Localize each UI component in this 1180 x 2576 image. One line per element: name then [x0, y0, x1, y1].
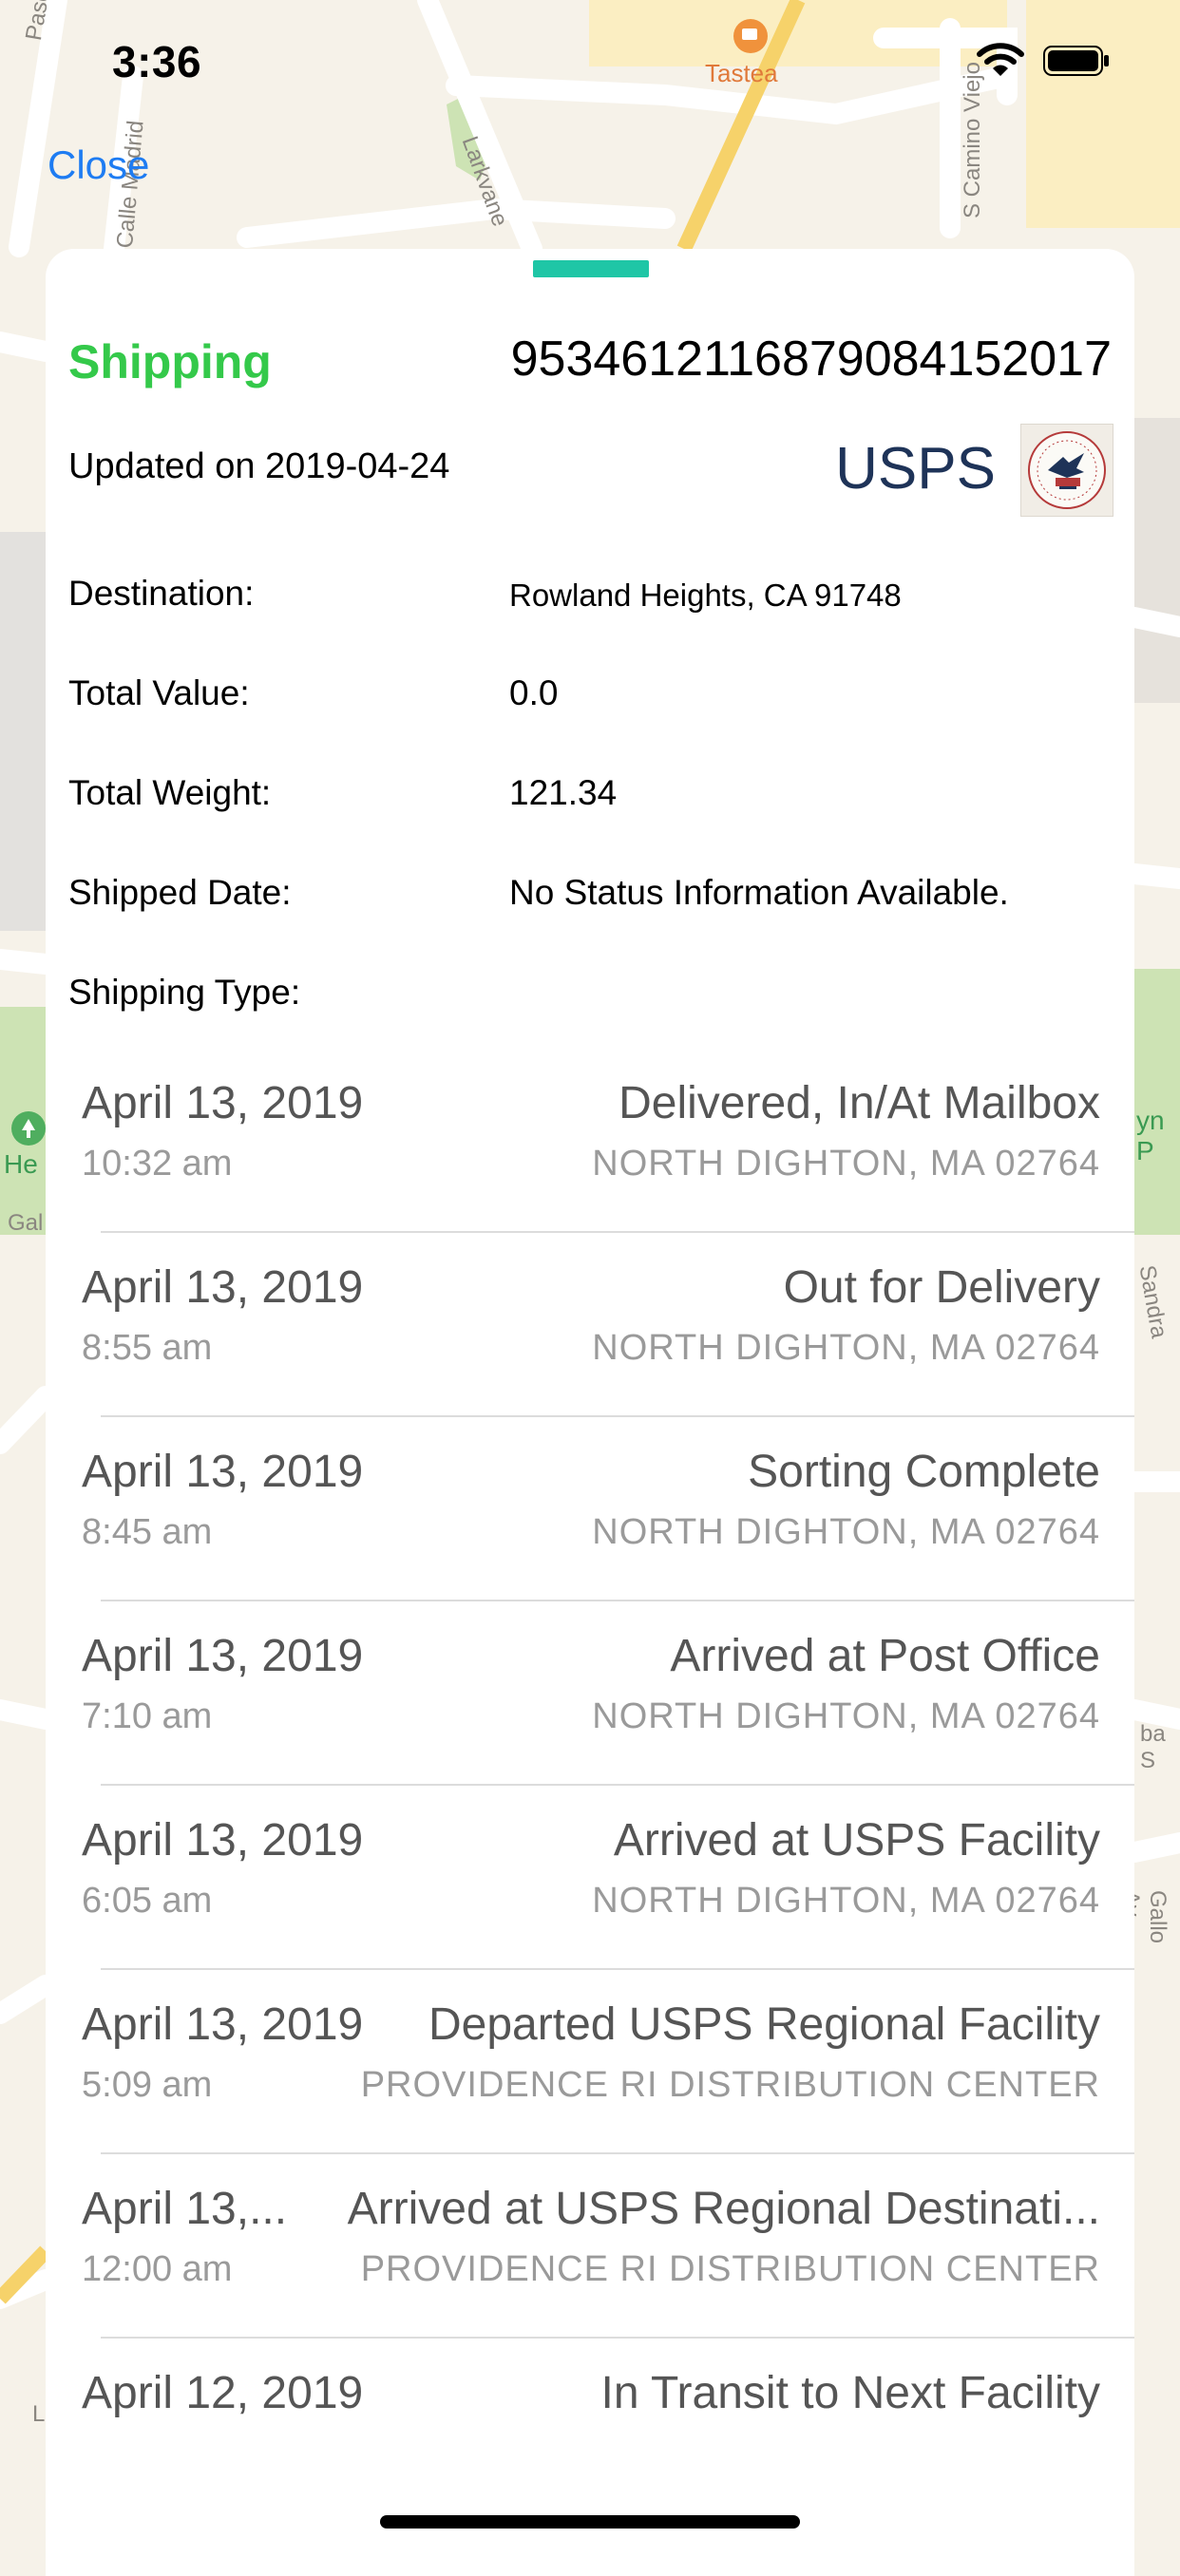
event-date: April 13, 2019 [82, 1815, 364, 1866]
event-time: 12:00 am [82, 2249, 233, 2289]
detail-value: Rowland Heights, CA 91748 [509, 578, 902, 613]
event-status: Arrived at USPS Facility [613, 1815, 1100, 1866]
tracking-event-row[interactable]: April 13, 2019 5:09 am Departed USPS Reg… [46, 1970, 1134, 2154]
event-time: 6:05 am [82, 1881, 213, 1921]
event-location: NORTH DIGHTON, MA 02764 [592, 1512, 1100, 1552]
event-location: NORTH DIGHTON, MA 02764 [592, 1696, 1100, 1736]
tracking-event-row[interactable]: April 12, 2019 In Transit to Next Facili… [46, 2339, 1134, 2523]
tracking-event-row[interactable]: April 13, 2019 6:05 am Arrived at USPS F… [46, 1786, 1134, 1970]
event-date: April 13, 2019 [82, 1262, 364, 1313]
map-label-yn-p: yn P [1136, 1106, 1165, 1165]
detail-value: No Status Information Available. [509, 873, 1009, 912]
event-status: Out for Delivery [783, 1262, 1100, 1313]
event-time: 7:10 am [82, 1696, 213, 1736]
detail-value: 121.34 [509, 773, 618, 812]
detail-row-total-value: Total Value: 0.0 [68, 673, 1113, 721]
map-label-s-camino-viejo: S Camino Viejo [960, 62, 985, 218]
detail-row-destination: Destination: Rowland Heights, CA 91748 [68, 574, 1113, 621]
detail-label: Total Value: [68, 673, 250, 712]
map-label-gal: Gal [8, 1210, 44, 1236]
event-time: 8:55 am [82, 1328, 213, 1368]
tracking-event-row[interactable]: April 13, 2019 10:32 am Delivered, In/At… [46, 1049, 1134, 1233]
home-indicator[interactable] [380, 2515, 800, 2529]
detail-label: Shipped Date: [68, 873, 292, 912]
event-date: April 13, 2019 [82, 1447, 364, 1497]
close-button[interactable]: Close [48, 142, 149, 188]
detail-label: Destination: [68, 574, 255, 613]
event-status: Sorting Complete [748, 1447, 1100, 1497]
carrier-name: USPS [835, 436, 996, 502]
event-status: Departed USPS Regional Facility [428, 1999, 1100, 2050]
event-date: April 13, 2019 [82, 1631, 364, 1681]
event-status: Arrived at Post Office [670, 1631, 1100, 1681]
event-time: 10:32 am [82, 1144, 233, 1184]
status-bar-time: 3:36 [112, 37, 202, 86]
detail-label: Total Weight: [68, 773, 272, 812]
event-location: PROVIDENCE RI DISTRIBUTION CENTER [360, 2065, 1100, 2105]
tracking-event-row[interactable]: April 13,... 12:00 am Arrived at USPS Re… [46, 2154, 1134, 2339]
event-status: Delivered, In/At Mailbox [619, 1078, 1100, 1128]
event-location: NORTH DIGHTON, MA 02764 [592, 1881, 1100, 1921]
shipment-status: Shipping [68, 335, 272, 388]
map-label-l: L [32, 2401, 46, 2427]
map-label-tastea: Tastea [705, 59, 778, 87]
event-time: 8:45 am [82, 1512, 213, 1552]
park-pin-icon [11, 1111, 46, 1146]
usps-eagle-seal-icon [1020, 424, 1113, 517]
map-label-he: He [4, 1149, 38, 1179]
wifi-icon [977, 43, 1024, 76]
event-time: 5:09 am [82, 2065, 213, 2105]
battery-icon [1043, 46, 1109, 76]
map-label-ba-s: ba S [1140, 1721, 1166, 1773]
detail-label: Shipping Type: [68, 973, 301, 1012]
shipment-detail-sheet: Shipping 9534612116879084152017 Updated … [46, 249, 1134, 2576]
tracking-event-row[interactable]: April 13, 2019 7:10 am Arrived at Post O… [46, 1601, 1134, 1786]
event-date: April 13, 2019 [82, 1078, 364, 1128]
detail-value: 0.0 [509, 673, 559, 712]
event-date: April 13, 2019 [82, 1999, 364, 2050]
detail-row-shipping-type: Shipping Type: [68, 973, 1113, 1020]
event-date: April 12, 2019 [82, 2368, 364, 2418]
sheet-drag-handle[interactable] [533, 260, 649, 277]
event-location: NORTH DIGHTON, MA 02764 [592, 1328, 1100, 1368]
event-date: April 13,... [82, 2184, 288, 2234]
event-location: PROVIDENCE RI DISTRIBUTION CENTER [360, 2249, 1100, 2289]
tracking-event-row[interactable]: April 13, 2019 8:55 am Out for Delivery … [46, 1233, 1134, 1417]
tracking-number: 9534612116879084152017 [510, 331, 1112, 387]
tracking-event-row[interactable]: April 13, 2019 8:45 am Sorting Complete … [46, 1417, 1134, 1601]
tracking-events-list[interactable]: April 13, 2019 10:32 am Delivered, In/At… [46, 1049, 1134, 2523]
event-status: In Transit to Next Facility [600, 2368, 1101, 2418]
event-status: Arrived at USPS Regional Destinati... [347, 2184, 1100, 2234]
event-location: NORTH DIGHTON, MA 02764 [592, 1144, 1100, 1184]
detail-row-total-weight: Total Weight: 121.34 [68, 773, 1113, 821]
updated-date: Updated on 2019-04-24 [68, 446, 450, 486]
detail-row-shipped-date: Shipped Date: No Status Information Avai… [68, 873, 1113, 920]
